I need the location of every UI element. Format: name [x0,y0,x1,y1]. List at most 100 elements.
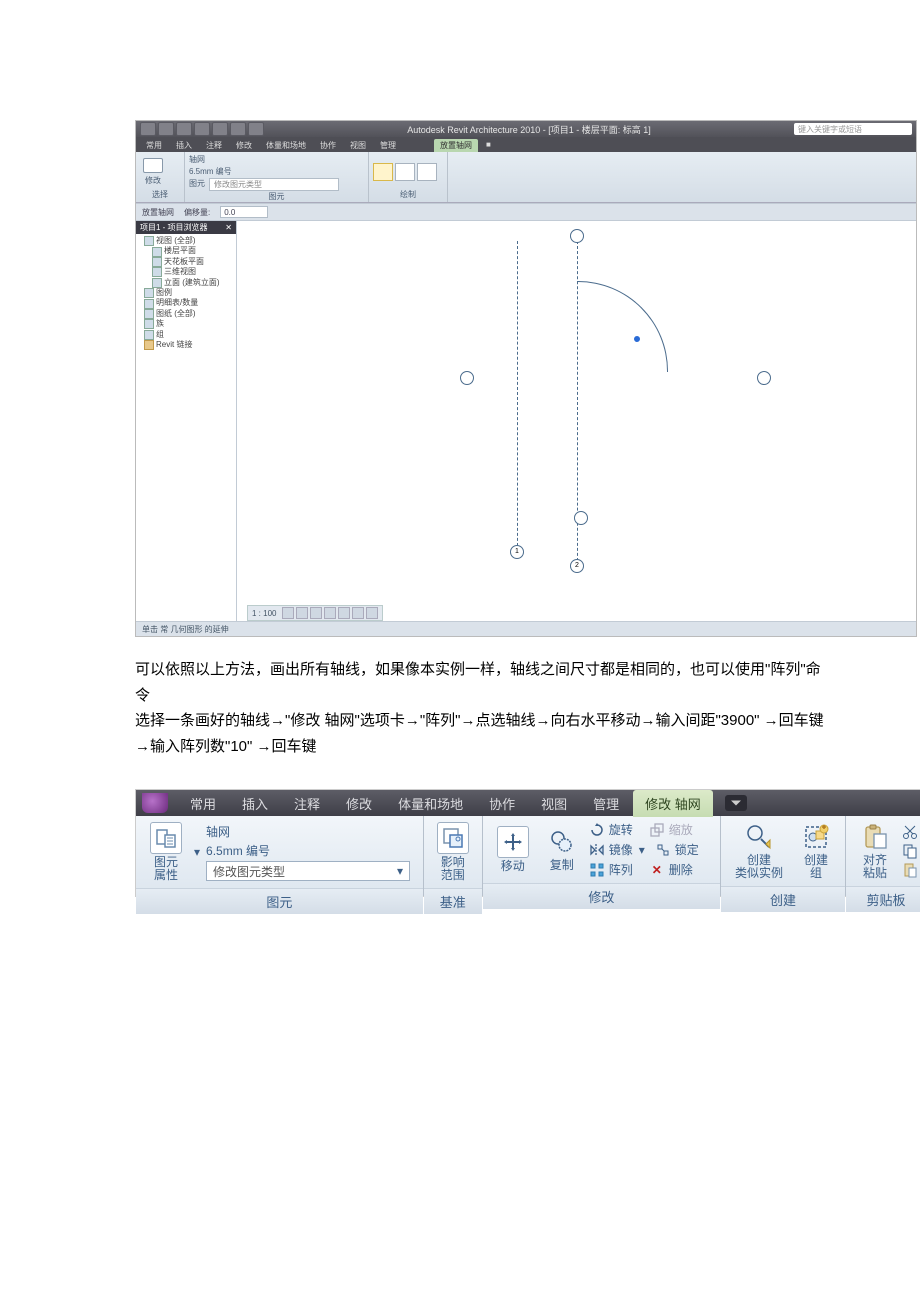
copy-clip-icon[interactable] [902,843,918,859]
tab-view[interactable]: 视图 [529,790,579,817]
vc-icon[interactable] [366,607,378,619]
grid-line-1[interactable] [517,241,518,551]
cut-icon[interactable] [902,824,918,840]
vc-icon[interactable] [310,607,322,619]
move-button[interactable]: 移动 [491,824,535,875]
ribbon-tabs: 常用 插入 注释 修改 体量和场地 协作 视图 管理 放置轴网 ■ [136,137,916,152]
qat-btn[interactable] [158,122,174,136]
array-icon [589,862,605,878]
grid-bubble-top[interactable] [570,229,584,243]
tree-icon [152,267,162,277]
options-offset-label: 偏移量: [184,207,210,218]
grid-bubble-2[interactable]: 2 [570,559,584,573]
create-group-button[interactable]: 创建 组 [795,820,837,882]
revit-screenshot-1: Autodesk Revit Architecture 2010 - [项目1 … [135,120,917,637]
tab-massing[interactable]: 体量和场地 [386,790,475,817]
vc-icon[interactable] [352,607,364,619]
vc-icon[interactable] [282,607,294,619]
mirror-button[interactable]: 镜像 ▾ 锁定 [589,840,699,859]
search-placeholder: 键入关键字或短语 [798,124,862,135]
tab-annotate[interactable]: 注释 [200,139,228,152]
close-icon[interactable]: ✕ [225,223,232,232]
group-select-label: 选择 [140,189,180,200]
qat-btn[interactable] [230,122,246,136]
link-icon [144,340,154,350]
type-selector[interactable]: 轴网 6.5mm 编号 图元 修改图元类型 [189,154,339,191]
offset-input[interactable]: 0.0 [220,206,268,218]
view-scale[interactable]: 1 : 100 [252,609,276,618]
datum-extent-icon [437,822,469,854]
tab-modify-grid[interactable]: 修改 轴网 [633,790,713,817]
options-bar: 放置轴网 偏移量: 0.0 [136,203,916,221]
qat-btn[interactable] [194,122,210,136]
draw-pick-icon[interactable] [417,163,437,181]
vc-icon[interactable] [296,607,308,619]
draw-arc-icon[interactable] [395,163,415,181]
group-element-label: 图元 [189,191,364,202]
vc-icon[interactable] [338,607,350,619]
title-bar: Autodesk Revit Architecture 2010 - [项目1 … [136,121,916,137]
grid-bubble-1[interactable]: 1 [510,545,524,559]
tree-icon [152,247,162,257]
tab-view[interactable]: 视图 [344,139,372,152]
tab-collaborate[interactable]: 协作 [314,139,342,152]
qat-btn[interactable] [176,122,192,136]
tree-icon [152,257,162,267]
tab-modify[interactable]: 修改 [334,790,384,817]
tab-home[interactable]: 常用 [178,790,228,817]
grid-end-handle[interactable] [574,511,588,525]
qat-btn[interactable] [248,122,264,136]
qat-btn[interactable] [212,122,228,136]
clipboard-icon [860,822,890,852]
change-type-link[interactable]: 修改图元类型 ▾ [206,861,410,881]
modify-small-buttons: 旋转 缩放 镜像 ▾ 锁定 阵列 [589,820,699,879]
control-handle[interactable] [757,371,771,385]
tab-home[interactable]: 常用 [140,139,168,152]
rotate-button[interactable]: 旋转 缩放 [589,820,699,839]
tree-icon [152,278,162,288]
drag-handle-icon[interactable] [634,336,640,342]
tab-collaborate[interactable]: 协作 [477,790,527,817]
element-properties-button[interactable]: 图元 属性 [144,820,188,884]
datum-extent-button[interactable]: 影响 范围 [431,820,475,884]
paste-icon[interactable] [902,862,918,878]
tab-annotate[interactable]: 注释 [282,790,332,817]
tab-place-grid[interactable]: 放置轴网 [434,139,478,152]
paragraph-2: 选择一条画好的轴线→"修改 轴网"选项卡→"阵列"→点选轴线→向右水平移动→输入… [135,708,835,759]
tab-modify[interactable]: 修改 [230,139,258,152]
paste-aligned-button[interactable]: 对齐 粘贴 [854,820,896,882]
app-menu-icon[interactable] [140,122,156,136]
tab-insert[interactable]: 插入 [230,790,280,817]
tab-manage[interactable]: 管理 [374,139,402,152]
group-modify-label: 修改 [483,883,720,909]
draw-line-icon[interactable] [373,163,393,181]
type-selector[interactable]: 轴网 6.5mm 编号 修改图元类型 ▾ [206,823,410,881]
tab-manage[interactable]: 管理 [581,790,631,817]
ribbon2-body: 图元 属性 ▾ 轴网 6.5mm 编号 修改图元类型 ▾ 图元 [136,816,920,896]
tab-insert[interactable]: 插入 [170,139,198,152]
project-browser-title: 项目1 - 项目浏览器 ✕ [136,221,236,234]
options-context-label: 放置轴网 [142,207,174,218]
project-tree[interactable]: 视图 (全部) 楼层平面 天花板平面 三维视图 立面 (建筑立面) 图例 明细表… [136,234,236,621]
type-link[interactable]: 修改图元类型 [209,178,339,191]
app-menu-icon[interactable] [142,793,168,813]
copy-button[interactable]: 复制 [541,825,583,874]
create-similar-icon [744,822,774,852]
minimize-ribbon-icon[interactable] [725,795,747,811]
drawing-canvas[interactable]: 1 2 1 : 100 [237,221,916,621]
copy-icon [547,827,577,857]
mirror-icon [589,842,605,858]
create-similar-button[interactable]: 创建 类似实例 [729,820,789,882]
tree-icon [144,236,154,246]
modify-button[interactable]: 修改 [140,158,166,186]
tree-icon [144,319,154,329]
info-search[interactable]: 键入关键字或短语 [794,123,912,135]
group-element-label: 图元 [136,888,423,914]
tab-massing[interactable]: 体量和场地 [260,139,312,152]
tab-extra[interactable]: ■ [480,139,497,152]
arc-preview [577,281,668,372]
ribbon2-tabs: 常用 插入 注释 修改 体量和场地 协作 视图 管理 修改 轴网 [136,790,920,816]
control-handle[interactable] [460,371,474,385]
vc-icon[interactable] [324,607,336,619]
array-button[interactable]: 阵列 ✕ 删除 [589,860,699,879]
